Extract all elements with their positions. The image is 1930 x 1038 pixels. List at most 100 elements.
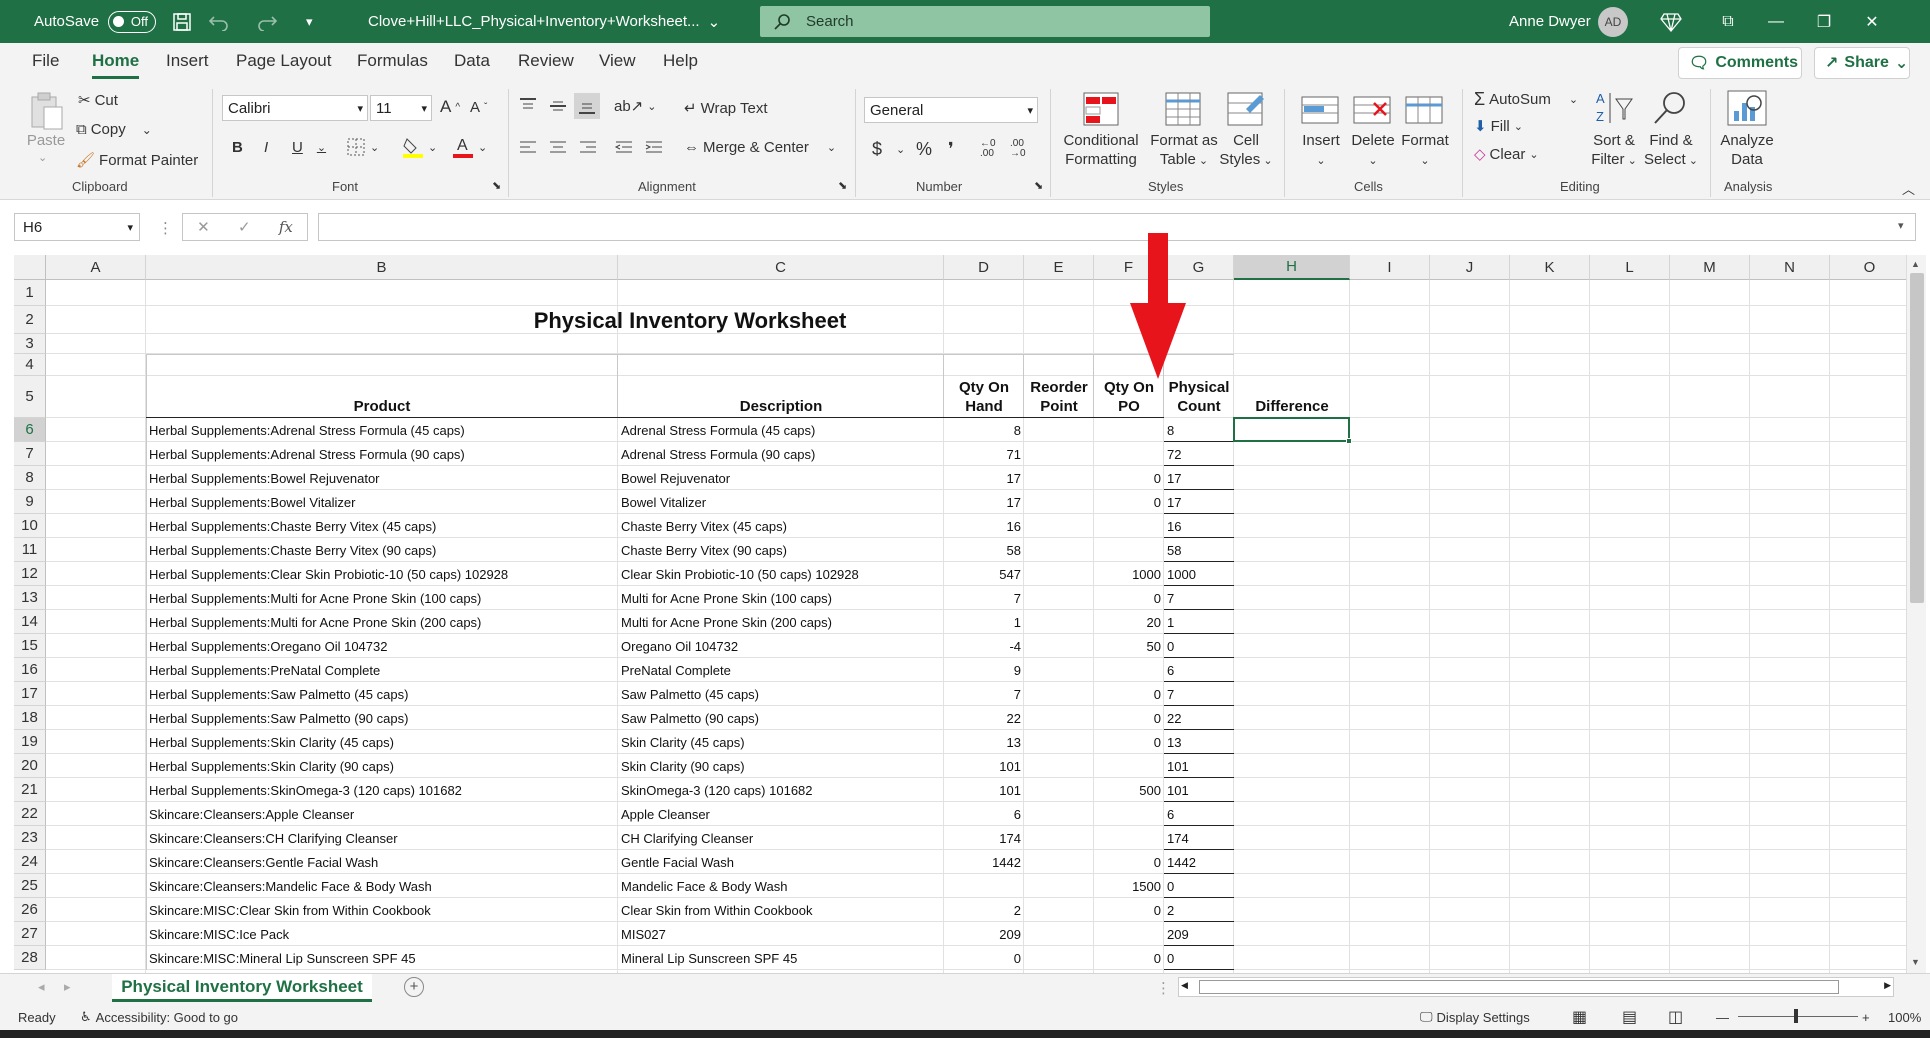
select-all-corner[interactable] <box>14 255 46 280</box>
cell-description[interactable]: Multi for Acne Prone Skin (100 caps) <box>618 586 944 610</box>
find-select-icon[interactable] <box>1650 89 1690 127</box>
expand-formula-bar-icon[interactable]: ▾ <box>1898 219 1904 232</box>
cell-physical-count[interactable]: 7 <box>1164 586 1234 610</box>
cell-product[interactable]: Skincare:Cleansers:Mandelic Face & Body … <box>146 874 618 898</box>
cell-difference[interactable] <box>1234 514 1350 538</box>
cell-description[interactable]: Bowel Rejuvenator <box>618 466 944 490</box>
scroll-down-icon[interactable]: ▼ <box>1911 957 1920 967</box>
cell-qty-on-po[interactable]: 50 <box>1094 634 1164 658</box>
cell-qty-on-po[interactable]: 0 <box>1094 850 1164 874</box>
alignment-dialog-launcher-icon[interactable]: ⬊ <box>838 179 847 192</box>
row-header-13[interactable]: 13 <box>14 586 46 610</box>
format-as-table-label[interactable]: Format as Table ⌄ <box>1146 131 1222 171</box>
cell-description[interactable]: Oregano Oil 104732 <box>618 634 944 658</box>
number-format-select[interactable]: General ▾ <box>864 97 1038 123</box>
cell-difference[interactable] <box>1234 538 1350 562</box>
find-select-label[interactable]: Find & Select ⌄ <box>1642 131 1700 171</box>
cell-physical-count[interactable]: 8 <box>1164 418 1234 442</box>
tab-page-layout[interactable]: Page Layout <box>236 51 331 71</box>
comma-style-icon[interactable]: ❜ <box>948 139 954 160</box>
insert-cells-icon[interactable] <box>1300 91 1340 129</box>
cell-reorder-point[interactable] <box>1024 610 1094 634</box>
formula-input[interactable] <box>318 213 1916 241</box>
tab-help[interactable]: Help <box>663 51 698 71</box>
worksheet-grid[interactable]: ABCDEFGHIJKLMNOP123456789101112131415161… <box>14 255 1906 973</box>
cell-difference[interactable] <box>1234 610 1350 634</box>
column-header-m[interactable]: M <box>1670 255 1750 280</box>
cell-product[interactable]: Skincare:MISC:Ice Pack <box>146 922 618 946</box>
cell-product[interactable]: Herbal Supplements:Adrenal Stress Formul… <box>146 418 618 442</box>
cell-qty-on-hand[interactable]: 547 <box>944 562 1024 586</box>
underline-button[interactable]: U ⌄ <box>292 139 326 156</box>
cell-qty-on-po[interactable] <box>1094 442 1164 466</box>
comments-button[interactable]: 🗨 Comments <box>1678 47 1802 79</box>
row-header-3[interactable]: 3 <box>14 334 46 354</box>
insert-cells-label[interactable]: Insert ⌄ <box>1296 131 1346 171</box>
align-right-icon[interactable] <box>578 139 598 157</box>
cell-qty-on-hand[interactable]: -4 <box>944 634 1024 658</box>
align-top-icon[interactable] <box>518 97 538 115</box>
cell-difference[interactable] <box>1234 466 1350 490</box>
align-middle-icon[interactable] <box>548 97 568 115</box>
cell-qty-on-hand[interactable]: 7 <box>944 682 1024 706</box>
cell-physical-count[interactable]: 0 <box>1164 634 1234 658</box>
percent-icon[interactable]: % <box>916 139 932 160</box>
font-size-select[interactable]: 11 ▾ <box>370 95 432 121</box>
cell-description[interactable]: Saw Palmetto (45 caps) <box>618 682 944 706</box>
row-header-1[interactable]: 1 <box>14 280 46 306</box>
cell-reorder-point[interactable] <box>1024 514 1094 538</box>
row-header-18[interactable]: 18 <box>14 706 46 730</box>
column-header-l[interactable]: L <box>1590 255 1670 280</box>
ribbon-display-icon[interactable]: ⧉ <box>1704 13 1752 31</box>
format-cells-icon[interactable] <box>1404 91 1444 129</box>
column-header-a[interactable]: A <box>46 255 146 280</box>
cell-description[interactable]: Adrenal Stress Formula (45 caps) <box>618 418 944 442</box>
paste-icon[interactable] <box>26 91 66 130</box>
cell-difference[interactable] <box>1234 778 1350 802</box>
cell-qty-on-hand[interactable]: 22 <box>944 706 1024 730</box>
cell-reorder-point[interactable] <box>1024 850 1094 874</box>
cell-description[interactable]: Apple Cleanser <box>618 802 944 826</box>
row-header-4[interactable]: 4 <box>14 354 46 376</box>
cell-physical-count[interactable]: 2 <box>1164 898 1234 922</box>
cell-physical-count[interactable]: 0 <box>1164 874 1234 898</box>
cell-product[interactable]: Skincare:MISC:Mineral Lip Sunscreen SPF … <box>146 946 618 970</box>
cell-qty-on-hand[interactable]: 209 <box>944 922 1024 946</box>
row-header-20[interactable]: 20 <box>14 754 46 778</box>
cell-reorder-point[interactable] <box>1024 562 1094 586</box>
cell-physical-count[interactable]: 16 <box>1164 514 1234 538</box>
column-header-o[interactable]: O <box>1830 255 1906 280</box>
column-header-d[interactable]: D <box>944 255 1024 280</box>
cut-button[interactable]: ✂ Cut <box>78 91 118 110</box>
cell-difference[interactable] <box>1234 682 1350 706</box>
horizontal-scroll-thumb[interactable] <box>1199 980 1839 994</box>
name-box[interactable]: H6 ▾ <box>14 213 140 241</box>
cell-difference[interactable] <box>1234 730 1350 754</box>
cell-product[interactable]: Herbal Supplements:Multi for Acne Prone … <box>146 610 618 634</box>
row-header-25[interactable]: 25 <box>14 874 46 898</box>
cell-reorder-point[interactable] <box>1024 682 1094 706</box>
cell-physical-count[interactable]: 101 <box>1164 754 1234 778</box>
cell-physical-count[interactable]: 0 <box>1164 946 1234 970</box>
orientation-icon[interactable]: ab↗ ⌄ <box>614 97 656 115</box>
row-header-11[interactable]: 11 <box>14 538 46 562</box>
cell-qty-on-hand[interactable]: 71 <box>944 442 1024 466</box>
cell-qty-on-po[interactable] <box>1094 922 1164 946</box>
cell-reorder-point[interactable] <box>1024 634 1094 658</box>
cell-qty-on-hand[interactable]: 2 <box>944 898 1024 922</box>
row-header-12[interactable]: 12 <box>14 562 46 586</box>
cell-physical-count[interactable]: 17 <box>1164 490 1234 514</box>
cell-product[interactable]: Herbal Supplements:Skin Clarity (90 caps… <box>146 754 618 778</box>
accessibility-status[interactable]: ♿ Accessibility: Good to go <box>80 1003 238 1031</box>
tab-insert[interactable]: Insert <box>166 51 209 71</box>
sort-filter-label[interactable]: Sort & Filter ⌄ <box>1586 131 1642 171</box>
align-left-icon[interactable] <box>518 139 538 157</box>
cell-physical-count[interactable]: 7 <box>1164 682 1234 706</box>
cell-qty-on-po[interactable] <box>1094 802 1164 826</box>
cell-reorder-point[interactable] <box>1024 922 1094 946</box>
normal-view-icon[interactable]: ▦ <box>1572 1003 1587 1031</box>
vertical-scrollbar[interactable]: ▲ ▼ <box>1906 255 1926 973</box>
row-header-23[interactable]: 23 <box>14 826 46 850</box>
cell-product[interactable]: Herbal Supplements:PreNatal Complete <box>146 658 618 682</box>
cell-product[interactable]: Skincare:Cleansers:Apple Cleanser <box>146 802 618 826</box>
